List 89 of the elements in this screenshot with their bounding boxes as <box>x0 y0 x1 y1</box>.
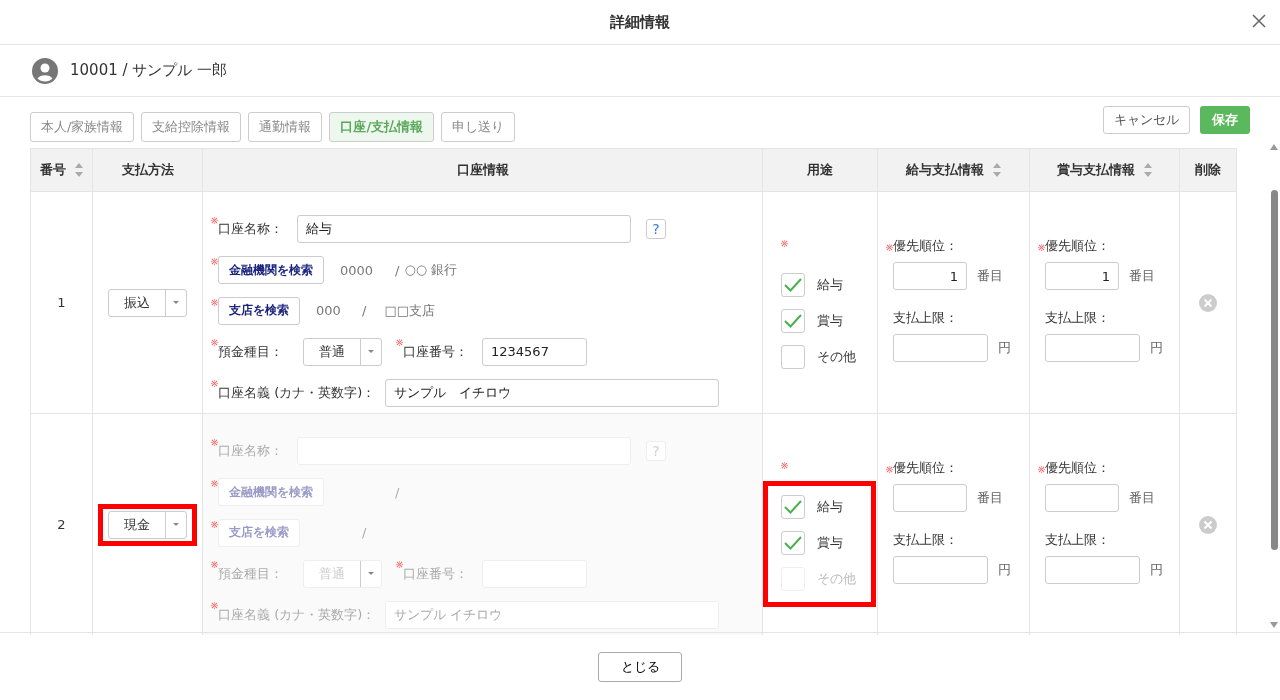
input-field[interactable]: 1 <box>893 262 967 290</box>
unit-label: 円 <box>1150 339 1163 357</box>
field-label: 支払上限： <box>893 531 958 549</box>
caret-icon <box>173 300 179 305</box>
unit-label: 番目 <box>977 267 1003 285</box>
bank-text: / <box>362 303 367 319</box>
input-field[interactable]: 給与 <box>297 215 631 244</box>
input-field[interactable] <box>1045 556 1140 584</box>
field-label: 支払上限： <box>893 309 958 327</box>
unit-label: 番目 <box>977 489 1003 507</box>
unit-label: 円 <box>1150 561 1163 579</box>
delete-icon[interactable] <box>1199 293 1217 312</box>
tab[interactable]: 申し送り <box>441 112 516 142</box>
tab[interactable]: 通勤情報 <box>248 112 323 142</box>
sort-icon[interactable] <box>1142 162 1153 178</box>
field-label: 預金種目： <box>218 564 283 583</box>
input-field[interactable]: サンプル イチロウ <box>385 378 720 407</box>
column-header: 用途 <box>807 161 833 179</box>
check-icon <box>784 500 802 514</box>
field-label: 口座名称： <box>218 220 283 239</box>
search-bank-button[interactable]: 金融機関を検索 <box>218 256 324 285</box>
sort-icon[interactable] <box>991 162 1002 178</box>
deposit-type-select[interactable]: 普通 <box>303 337 382 366</box>
bank-text: / <box>362 525 367 541</box>
check-icon <box>784 278 802 292</box>
column-header: 給与支払情報 <box>905 161 984 179</box>
employee-name: 10001 / サンプル 一郎 <box>70 61 228 80</box>
column-header: 支払方法 <box>121 161 174 179</box>
bank-text: 0000 <box>340 262 374 278</box>
field-label: 優先順位： <box>893 237 958 255</box>
checkbox[interactable] <box>781 309 805 333</box>
bank-text: □□支店 <box>384 302 435 320</box>
checkbox[interactable] <box>781 273 805 297</box>
input-field[interactable] <box>893 556 988 584</box>
field-label: 優先順位： <box>893 459 958 477</box>
check-icon <box>784 314 802 328</box>
column-header: 賞与支払情報 <box>1056 161 1135 179</box>
dialog-title: 詳細情報 <box>610 12 670 32</box>
unit-label: 番目 <box>1129 489 1155 507</box>
bank-text: / <box>395 262 400 278</box>
row-number: 1 <box>57 295 66 310</box>
tab[interactable]: 本人/家族情報 <box>30 112 135 142</box>
checkbox-label: 給与 <box>817 276 843 294</box>
payment-select[interactable]: 振込 <box>108 288 187 317</box>
checkbox-label: その他 <box>817 348 856 366</box>
bank-text: ○○ 銀行 <box>404 261 458 280</box>
bank-text: 000 <box>316 303 341 319</box>
caret-icon <box>173 522 179 527</box>
field-label: 優先順位： <box>1045 459 1110 477</box>
input-field[interactable] <box>1045 334 1140 362</box>
close-button[interactable]: とじる <box>598 652 682 682</box>
unit-label: 円 <box>998 561 1011 579</box>
cancel-button[interactable]: キャンセル <box>1103 106 1190 134</box>
field-label: 預金種目： <box>218 342 283 361</box>
sort-icon[interactable] <box>73 162 84 178</box>
caret-icon <box>368 571 374 576</box>
field-label: 支払上限： <box>1045 531 1110 549</box>
bank-text: / <box>395 484 400 500</box>
field-label: 口座名義 (カナ・英数字)： <box>218 605 376 624</box>
checkbox-label: 賞与 <box>817 312 843 330</box>
input-field[interactable]: 1234567 <box>482 337 587 366</box>
check-icon <box>784 536 802 550</box>
unit-label: 円 <box>998 339 1011 357</box>
field-label: 優先順位： <box>1045 237 1110 255</box>
unit-label: 番目 <box>1129 267 1155 285</box>
checkbox-label: その他 <box>817 570 856 588</box>
row-number: 2 <box>57 517 66 532</box>
field-label: 支払上限： <box>1045 309 1110 327</box>
field-label: 口座番号： <box>403 342 468 361</box>
checkbox[interactable] <box>781 345 805 369</box>
input-field[interactable]: 1 <box>1045 262 1119 290</box>
user-icon <box>32 57 58 84</box>
checkbox-label: 賞与 <box>817 534 843 552</box>
column-header: 口座情報 <box>456 161 509 179</box>
input-field[interactable] <box>893 334 988 362</box>
field-label: 口座番号： <box>403 564 468 583</box>
column-header: 削除 <box>1195 161 1221 179</box>
field-label: 口座名義 (カナ・英数字)： <box>218 383 376 402</box>
checkbox-label: 給与 <box>817 498 843 516</box>
delete-icon[interactable] <box>1199 515 1217 534</box>
close-icon[interactable] <box>1252 14 1266 28</box>
input-field[interactable] <box>893 484 967 512</box>
input-field[interactable] <box>1045 484 1119 512</box>
tab[interactable]: 支給控除情報 <box>141 112 242 142</box>
help-button[interactable]: ? <box>646 219 666 240</box>
caret-icon <box>368 349 374 354</box>
column-header: 番号 <box>39 161 66 179</box>
search-branch-button[interactable]: 支店を検索 <box>218 297 300 325</box>
field-label: 口座名称： <box>218 442 283 461</box>
